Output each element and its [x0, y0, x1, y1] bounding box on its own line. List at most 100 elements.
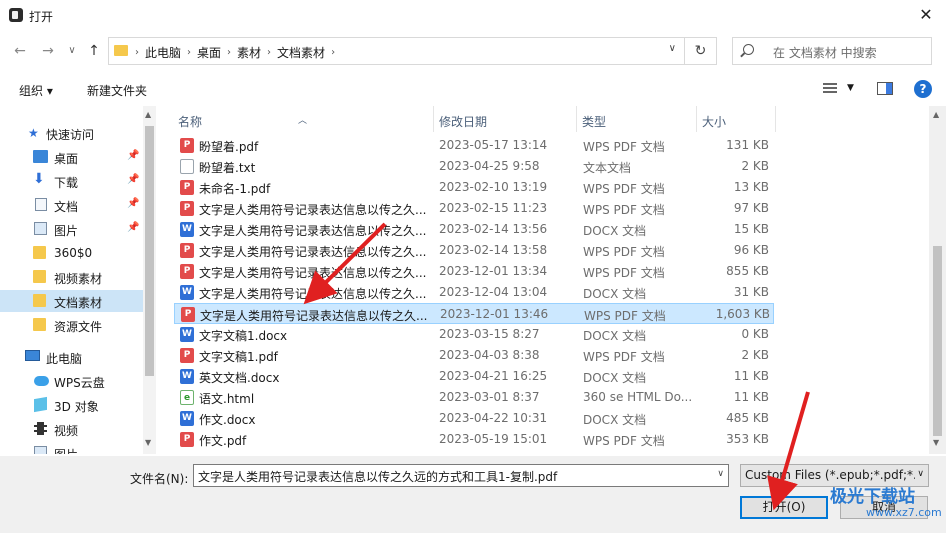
picture-icon [34, 446, 47, 454]
filename-input[interactable]: 文字是人类用符号记录表达信息以传之久远的方式和工具1-复制.pdf ∨ [193, 464, 729, 487]
breadcrumb-item[interactable]: 文档素材 [277, 44, 325, 61]
sidebar-item-quick-access[interactable]: ★ 快速访问 [0, 122, 143, 144]
sidebar-item-videos[interactable]: 视频 [0, 418, 143, 440]
recent-locations-button[interactable]: ∨ [62, 41, 82, 61]
pdf-file-icon: P [180, 264, 194, 279]
sidebar-scrollbar[interactable]: ▲ ▼ [143, 106, 156, 454]
file-row[interactable]: P 文字是人类用符号记录表达信息以传之久... 2023-02-14 13:58 WP… [174, 240, 774, 261]
column-header-date[interactable]: 修改日期 [439, 113, 487, 130]
file-date: 2023-12-01 13:34 [439, 264, 548, 278]
preview-pane-icon[interactable] [877, 82, 893, 95]
file-row[interactable]: P 文字是人类用符号记录表达信息以传之久... 2023-12-01 13:46 WP… [174, 303, 774, 324]
doc-file-icon: W [180, 222, 194, 237]
sidebar-item-3d-objects[interactable]: 3D 对象 [0, 394, 143, 416]
pin-icon: 📌 [127, 222, 140, 233]
view-options-icon[interactable] [823, 83, 837, 95]
chevron-down-icon[interactable]: ▼ [847, 83, 854, 93]
new-folder-button[interactable]: 新建文件夹 [87, 82, 147, 99]
sidebar-item-documents[interactable]: 文档 📌 [0, 194, 143, 216]
file-row[interactable]: e 语文.html 2023-03-01 8:37 360 se HTML Do...… [174, 387, 774, 408]
open-button[interactable]: 打开(O) [740, 496, 828, 519]
file-row[interactable]: P 作文.pdf 2023-05-19 15:01 WPS PDF 文档 353 KB [174, 429, 774, 450]
file-size: 96 KB [733, 243, 769, 257]
file-name: 文字是人类用符号记录表达信息以传之久... [200, 309, 428, 323]
breadcrumb: › 此电脑 › 桌面 › 素材 › 文档素材 › [135, 44, 335, 61]
scroll-down-icon[interactable]: ▼ [145, 438, 151, 447]
file-row[interactable]: P 文字是人类用符号记录表达信息以传之久... 2023-02-15 11:23 WP… [174, 198, 774, 219]
file-row[interactable]: W 作文.docx 2023-04-22 10:31 DOCX 文档 485 KB [174, 408, 774, 429]
back-button[interactable]: ← [10, 41, 30, 61]
sidebar-item-downloads[interactable]: ⬇ 下载 📌 [0, 170, 143, 192]
sidebar-item-video-materials[interactable]: 视频素材 [0, 266, 143, 288]
sidebar-item-pictures[interactable]: 图片 📌 [0, 218, 143, 240]
file-date: 2023-02-14 13:58 [439, 243, 548, 257]
file-date: 2023-05-19 15:01 [439, 432, 548, 446]
sidebar-item-this-pc[interactable]: 此电脑 [0, 346, 143, 368]
chevron-down-icon[interactable]: ∨ [669, 43, 676, 54]
refresh-button[interactable]: ↻ [685, 37, 717, 65]
scrollbar-thumb[interactable] [933, 246, 942, 436]
file-date: 2023-04-22 10:31 [439, 411, 548, 425]
organize-menu[interactable]: 组织 ▾ [19, 82, 53, 99]
doc-file-icon: W [180, 369, 194, 384]
file-row[interactable]: W 英文文档.docx 2023-04-21 16:25 DOCX 文档 11 KB [174, 366, 774, 387]
chevron-down-icon[interactable]: ∨ [717, 469, 724, 479]
bottom-panel: 文件名(N): 文字是人类用符号记录表达信息以传之久远的方式和工具1-复制.pd… [0, 456, 946, 533]
file-row[interactable]: P 未命名-1.pdf 2023-02-10 13:19 WPS PDF 文档 13 K… [174, 177, 774, 198]
html-file-icon: e [180, 390, 194, 405]
filename-label: 文件名(N): [130, 472, 189, 486]
doc-file-icon: W [180, 327, 194, 342]
column-header-type[interactable]: 类型 [582, 113, 606, 130]
scroll-down-icon[interactable]: ▼ [933, 438, 939, 447]
file-size: 131 KB [726, 138, 769, 152]
file-row[interactable]: P 盼望着.pdf 2023-05-17 13:14 WPS PDF 文档 131 KB [174, 135, 774, 156]
breadcrumb-item[interactable]: 此电脑 [145, 44, 181, 61]
column-header-size[interactable]: 大小 [702, 113, 726, 130]
file-row[interactable]: P 文字是人类用符号记录表达信息以传之久... 2023-12-01 13:34 WP… [174, 261, 774, 282]
sidebar-item-360[interactable]: 360$0 [0, 242, 143, 264]
close-button[interactable]: ✕ [906, 0, 946, 30]
document-icon [35, 198, 47, 211]
sidebar-item-resource-files[interactable]: 资源文件 [0, 314, 143, 336]
chevron-down-icon[interactable]: ∨ [915, 469, 924, 479]
breadcrumb-item[interactable]: 桌面 [197, 44, 221, 61]
forward-button[interactable]: → [38, 41, 58, 61]
sidebar-item-label: 资源文件 [54, 320, 103, 334]
pdf-file-icon: P [180, 180, 194, 195]
file-type-value: Custom Files (*.epub;*.pdf;*.t [745, 468, 922, 482]
file-size: 2 KB [741, 348, 769, 362]
chevron-right-icon: › [267, 47, 272, 58]
filename-value: 文字是人类用符号记录表达信息以传之久远的方式和工具1-复制.pdf [198, 470, 558, 484]
sidebar-item-wps-cloud[interactable]: WPS云盘 [0, 370, 143, 392]
file-type: WPS PDF 文档 [583, 350, 665, 364]
sidebar-item-pictures-pc[interactable]: 图片 [0, 442, 143, 454]
folder-icon [33, 318, 46, 331]
file-row[interactable]: W 文字是人类用符号记录表达信息以传之久... 2023-02-14 13:56 DO… [174, 219, 774, 240]
address-bar[interactable]: › 此电脑 › 桌面 › 素材 › 文档素材 › ∨ [108, 37, 685, 65]
scrollbar-thumb[interactable] [145, 126, 154, 376]
file-date: 2023-03-15 8:27 [439, 327, 540, 341]
pin-icon: 📌 [127, 198, 140, 209]
help-icon[interactable]: ? [914, 80, 932, 98]
column-header-name[interactable]: 名称 [178, 113, 202, 130]
navigation-bar: ← → ∨ ↑ › 此电脑 › 桌面 › 素材 › 文档素材 › ∨ ↻ 在 文… [0, 32, 946, 70]
file-type: DOCX 文档 [583, 413, 647, 427]
pin-icon: 📌 [127, 150, 140, 161]
file-row[interactable]: W 文字文稿1.docx 2023-03-15 8:27 DOCX 文档 0 KB [174, 324, 774, 345]
scroll-up-icon[interactable]: ▲ [145, 110, 151, 119]
file-list-scrollbar[interactable]: ▲ ▼ [929, 106, 946, 454]
search-input[interactable]: 在 文档素材 中搜索 [732, 37, 932, 65]
file-row[interactable]: P 文字文稿1.pdf 2023-04-03 8:38 WPS PDF 文档 2 KB [174, 345, 774, 366]
breadcrumb-item[interactable]: 素材 [237, 44, 261, 61]
scroll-up-icon[interactable]: ▲ [933, 110, 939, 119]
sidebar-item-document-materials[interactable]: 文档素材 [0, 290, 143, 312]
sidebar-item-label: 图片 [54, 224, 79, 238]
sidebar-item-label: 3D 对象 [54, 400, 99, 414]
sidebar-item-desktop[interactable]: 桌面 📌 [0, 146, 143, 168]
pdf-file-icon: P [180, 243, 194, 258]
up-button[interactable]: ↑ [84, 41, 104, 61]
file-row[interactable]: W 文字是人类用符号记录表达信息以传之久... 2023-12-04 13:04 DO… [174, 282, 774, 303]
file-row[interactable]: 盼望着.txt 2023-04-25 9:58 文本文档 2 KB [174, 156, 774, 177]
pdf-file-icon: P [181, 307, 195, 322]
pdf-file-icon: P [180, 348, 194, 363]
